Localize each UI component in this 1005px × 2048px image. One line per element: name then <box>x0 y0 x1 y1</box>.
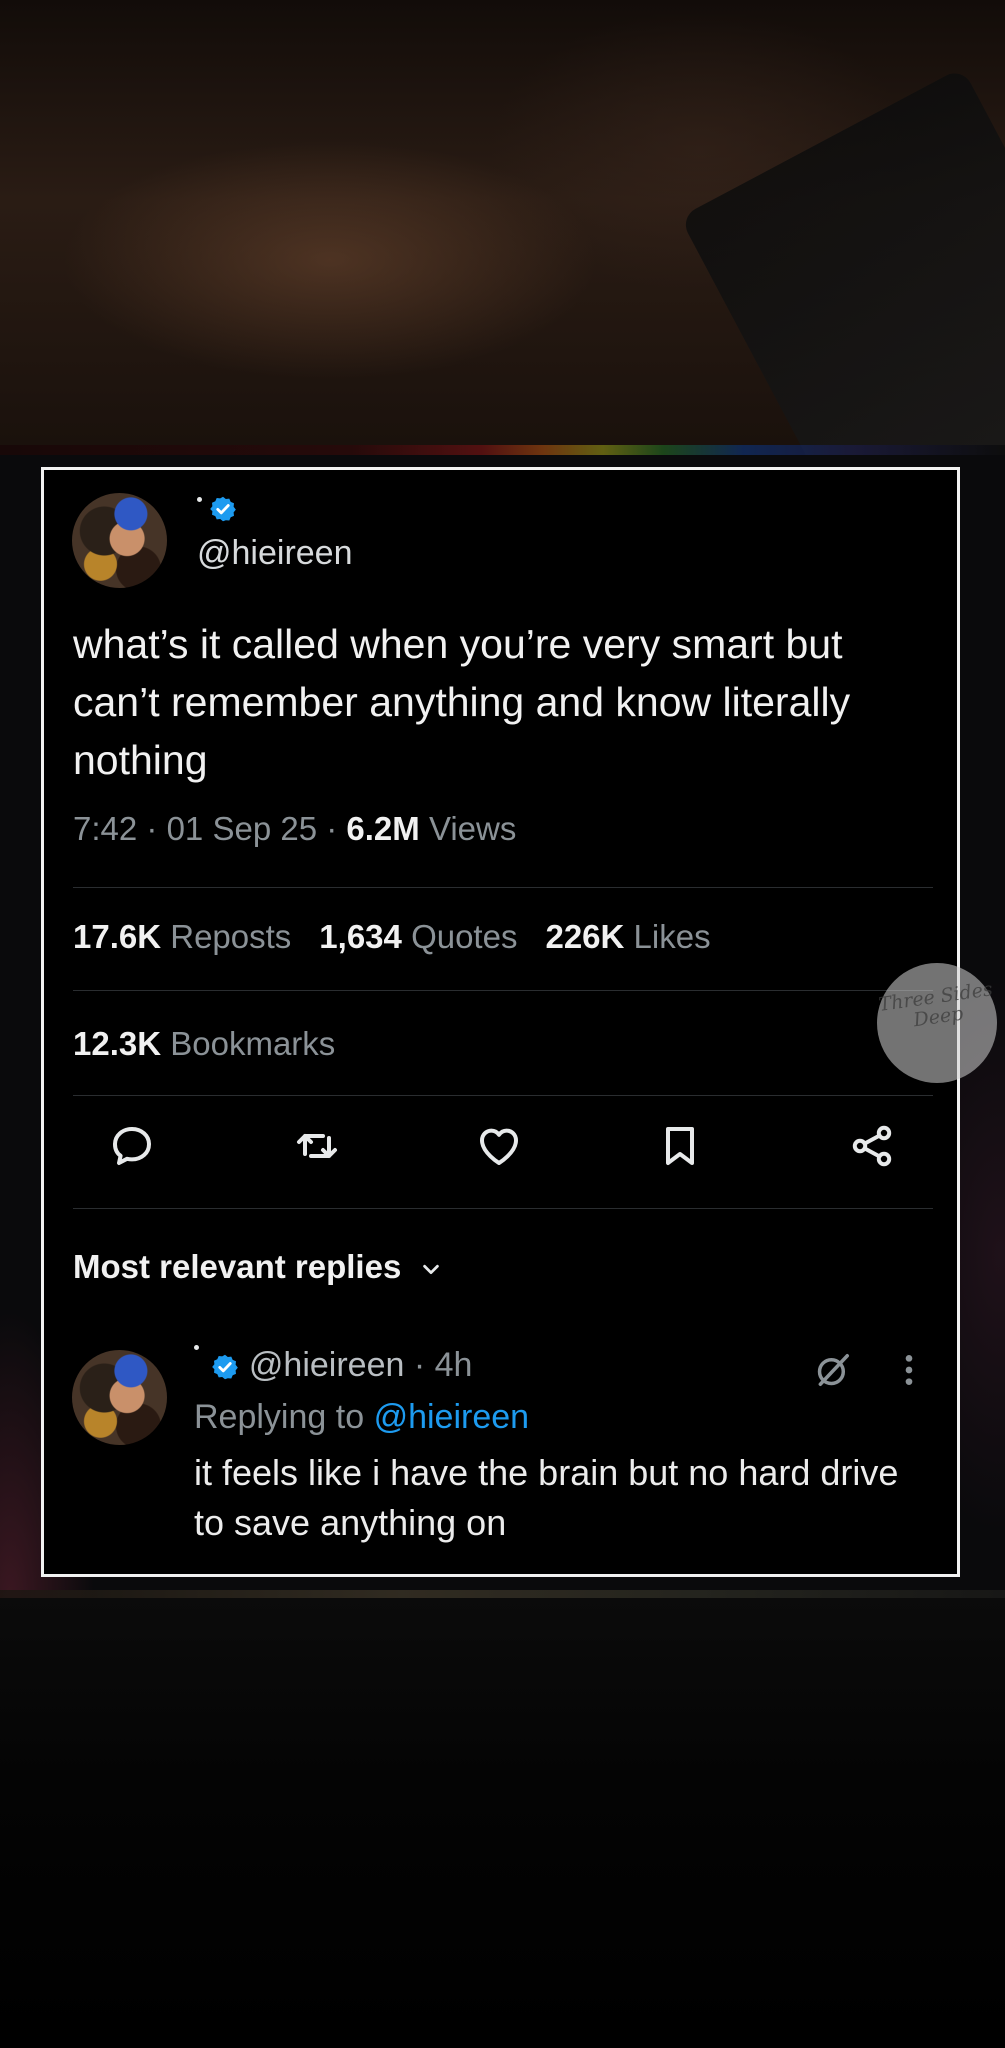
meta-separator: · <box>326 810 347 847</box>
likes-count: 226K <box>545 918 625 955</box>
quotes-label: Quotes <box>411 918 518 955</box>
bookmark-icon[interactable] <box>656 1122 704 1170</box>
tweet-actions-bar <box>73 1122 938 1178</box>
divider <box>73 1095 933 1096</box>
grok-icon[interactable] <box>814 1351 852 1389</box>
replying-to-line: Replying to @hieireen <box>194 1395 529 1439</box>
chevron-down-icon <box>423 1265 440 1275</box>
divider <box>73 887 933 888</box>
replying-to-prefix: Replying to <box>194 1398 365 1436</box>
more-options-icon[interactable] <box>902 1350 916 1390</box>
likes-label: Likes <box>633 918 711 955</box>
tweet-meta: 7:42 · 01 Sep 25 · 6.2M Views <box>73 810 516 848</box>
reposts-count: 17.6K <box>73 918 162 955</box>
views-count: 6.2M <box>346 810 420 847</box>
author-handle[interactable]: @hieireen <box>197 531 353 575</box>
tweet-date[interactable]: 01 Sep 25 <box>167 810 317 847</box>
reposts-stat[interactable]: 17.6K Reposts <box>73 918 291 955</box>
quotes-stat[interactable]: 1,634 Quotes <box>319 918 517 955</box>
screenshot-page: @hieireen what’s it called when you’re v… <box>0 0 1005 2048</box>
repost-icon[interactable] <box>293 1122 341 1170</box>
verified-badge-icon <box>210 496 237 522</box>
reply-icon[interactable] <box>108 1122 156 1170</box>
watermark-logo: Three Sides Deep <box>877 963 997 1083</box>
tweet-text: what’s it called when you’re very smart … <box>73 621 851 783</box>
background-bottom <box>0 1598 1005 2048</box>
bookmarks-stat-row[interactable]: 12.3K Bookmarks <box>73 1025 335 1063</box>
reply-age[interactable]: 4h <box>435 1346 473 1384</box>
dot-mark <box>197 497 202 502</box>
reposts-label: Reposts <box>170 918 292 955</box>
share-icon[interactable] <box>848 1122 896 1170</box>
like-icon[interactable] <box>475 1122 523 1170</box>
meta-separator: · <box>413 1346 435 1384</box>
dot-mark <box>194 1345 199 1350</box>
divider <box>73 990 933 991</box>
quotes-count: 1,634 <box>319 918 402 955</box>
divider <box>73 1208 933 1209</box>
bookmarks-count: 12.3K <box>73 1025 162 1062</box>
author-block: @hieireen <box>197 495 353 575</box>
engagement-stats-row: 17.6K Reposts 1,634 Quotes 226K Likes <box>73 918 711 956</box>
replies-sort-dropdown[interactable]: Most relevant replies <box>73 1248 442 1286</box>
replies-sort-label: Most relevant replies <box>73 1248 402 1285</box>
reply-header: @hieireen · 4h <box>194 1343 472 1387</box>
tweet-card: @hieireen what’s it called when you’re v… <box>41 467 960 1577</box>
views-label: Views <box>428 810 517 847</box>
watermark-text: Three Sides Deep <box>877 978 994 1032</box>
meta-separator: · <box>146 810 167 847</box>
reply-avatar[interactable] <box>72 1350 167 1445</box>
author-badges <box>197 495 353 529</box>
likes-stat[interactable]: 226K Likes <box>545 918 710 955</box>
bookmarks-label: Bookmarks <box>170 1025 336 1062</box>
replying-to-mention[interactable]: @hieireen <box>374 1398 530 1436</box>
verified-badge-icon <box>212 1354 239 1380</box>
avatar[interactable] <box>72 493 167 588</box>
reply-handle[interactable]: @hieireen <box>249 1346 405 1384</box>
reply-text: it feels like i have the brain but no ha… <box>194 1452 899 1543</box>
tweet-time[interactable]: 7:42 <box>73 810 137 847</box>
